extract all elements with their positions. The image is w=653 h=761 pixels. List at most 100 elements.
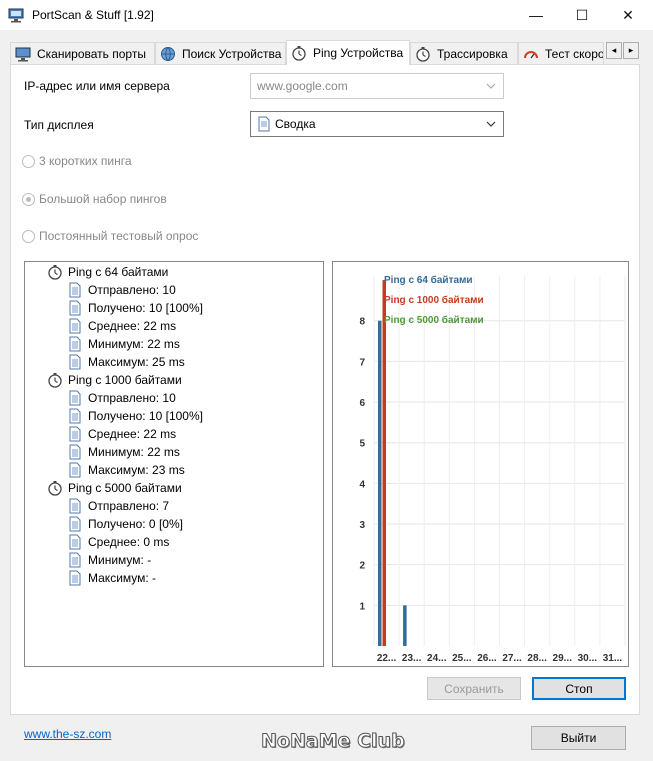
website-link[interactable]: www.the-sz.com xyxy=(24,727,111,741)
maximize-button[interactable]: ☐ xyxy=(559,0,605,30)
stopwatch-icon xyxy=(416,46,430,62)
tab-scroll-right-button[interactable]: ▸ xyxy=(623,42,639,59)
stopwatch-icon xyxy=(292,46,306,61)
display-type-label: Тип дисплея xyxy=(24,118,94,132)
x-tick-label: 26... xyxy=(477,653,497,664)
y-tick-label: 1 xyxy=(359,601,365,612)
tree-item[interactable]: Получено: 10 [100%] xyxy=(67,407,203,425)
close-button[interactable]: ✕ xyxy=(605,0,651,30)
radio-dot-selected xyxy=(22,192,35,206)
document-icon xyxy=(69,318,81,334)
exit-button[interactable]: Выйти xyxy=(531,726,626,750)
tree-item[interactable]: Максимум: 23 ms xyxy=(67,461,185,479)
tree-group-label: Ping с 64 байтами xyxy=(68,265,169,279)
document-icon xyxy=(69,390,81,406)
tree-item-label: Максимум: 25 ms xyxy=(88,355,185,369)
ping-chart: 1 2 3 4 5 6 7 8 22... 23... 24... 25... 26... 27... 28… xyxy=(332,261,629,667)
document-icon xyxy=(69,426,81,442)
tree-item-label: Среднее: 22 ms xyxy=(88,427,177,441)
tree-item-label: Максимум: 23 ms xyxy=(88,463,185,477)
tab-traceroute[interactable]: Трассировка xyxy=(410,42,518,64)
radio-big-ping-set[interactable]: Большой набор пингов xyxy=(22,192,167,206)
legend-entry: Ping с 1000 байтами xyxy=(384,294,484,306)
tree-group-ping-64[interactable]: Ping с 64 байтами xyxy=(47,263,168,281)
x-tick-label: 29... xyxy=(553,653,573,664)
tab-label: Сканировать порты xyxy=(37,46,146,61)
document-icon xyxy=(69,552,81,568)
tree-item[interactable]: Минимум: 22 ms xyxy=(67,443,180,461)
x-tick-label: 31... xyxy=(603,653,623,664)
radio-label: Постоянный тестовый опрос xyxy=(39,229,199,243)
document-icon xyxy=(69,300,81,316)
stop-button[interactable]: Стоп xyxy=(532,677,626,700)
ip-address-value: www.google.com xyxy=(257,79,348,93)
stopwatch-icon xyxy=(48,373,62,388)
x-tick-label: 25... xyxy=(452,653,472,664)
tab-port-scan[interactable]: Сканировать порты xyxy=(10,42,155,64)
tree-item[interactable]: Получено: 0 [0%] xyxy=(67,515,183,533)
tree-item-label: Отправлено: 10 xyxy=(88,391,176,405)
monitor-icon xyxy=(15,47,31,61)
tree-item-label: Минимум: - xyxy=(88,553,152,567)
document-icon xyxy=(69,354,81,370)
tree-item-label: Получено: 10 [100%] xyxy=(88,301,203,315)
tab-strip: Сканировать порты Поиск Устройства Ping … xyxy=(10,40,640,65)
radio-3-pings[interactable]: 3 коротких пинга xyxy=(22,154,132,168)
tab-scroll-left-button[interactable]: ◂ xyxy=(606,42,622,59)
tree-group-ping-1000[interactable]: Ping с 1000 байтами xyxy=(47,371,182,389)
chevron-down-icon xyxy=(486,121,496,127)
tree-item[interactable]: Среднее: 22 ms xyxy=(67,317,176,335)
ping-chart-svg: 1 2 3 4 5 6 7 8 22... 23... 24... 25... 26... 27... 28… xyxy=(359,274,626,664)
tree-item[interactable]: Минимум: 22 ms xyxy=(67,335,180,353)
tree-item[interactable]: Среднее: 0 ms xyxy=(67,533,169,551)
display-type-combo[interactable]: Сводка xyxy=(250,111,504,137)
document-icon xyxy=(69,444,81,460)
x-tick-label: 28... xyxy=(527,653,547,664)
document-icon xyxy=(69,408,81,424)
legend-entry: Ping с 5000 байтами xyxy=(384,314,484,326)
tab-device-search[interactable]: Поиск Устройства xyxy=(155,42,286,64)
tab-label: Поиск Устройства xyxy=(182,46,282,61)
x-tick-label: 27... xyxy=(502,653,522,664)
bar xyxy=(378,320,382,646)
tree-group-label: Ping с 1000 байтами xyxy=(68,373,182,387)
speedometer-icon xyxy=(524,50,538,58)
tree-item[interactable]: Максимум: 25 ms xyxy=(67,353,185,371)
save-button[interactable]: Сохранить xyxy=(427,677,521,700)
tree-item[interactable]: Отправлено: 10 xyxy=(67,389,176,407)
display-type-value: Сводка xyxy=(275,117,316,131)
y-tick-label: 4 xyxy=(359,479,365,490)
tree-item[interactable]: Отправлено: 10 xyxy=(67,281,176,299)
document-icon xyxy=(69,516,81,532)
bar xyxy=(403,605,407,646)
tree-item[interactable]: Отправлено: 7 xyxy=(67,497,169,515)
y-tick-label: 2 xyxy=(359,561,365,572)
tree-item-label: Минимум: 22 ms xyxy=(88,337,180,351)
tree-group-ping-5000[interactable]: Ping с 5000 байтами xyxy=(47,479,182,497)
ip-label: IP-адрес или имя сервера xyxy=(24,79,170,93)
tab-ping[interactable]: Ping Устройства xyxy=(286,40,410,65)
document-icon xyxy=(69,498,81,514)
tree-item[interactable]: Минимум: - xyxy=(67,551,151,569)
y-tick-label: 6 xyxy=(359,398,365,409)
tree-item-label: Отправлено: 7 xyxy=(88,499,170,513)
tab-label: Тест скоро xyxy=(545,46,604,61)
x-tick-label: 24... xyxy=(427,653,447,664)
legend-entry: Ping с 64 байтами xyxy=(384,274,473,286)
tab-speed-test[interactable]: Тест скоро xyxy=(518,42,604,64)
document-icon xyxy=(69,462,81,478)
window-title: PortScan & Stuff [1.92] xyxy=(32,8,154,22)
tree-item-label: Отправлено: 10 xyxy=(88,283,176,297)
radio-constant-test[interactable]: Постоянный тестовый опрос xyxy=(22,229,198,243)
ip-address-combo[interactable]: www.google.com xyxy=(250,73,504,99)
tree-item[interactable]: Получено: 10 [100%] xyxy=(67,299,203,317)
y-tick-label: 7 xyxy=(359,357,365,368)
x-tick-label: 22... xyxy=(377,653,397,664)
minimize-button[interactable]: — xyxy=(513,0,559,30)
tree-item[interactable]: Среднее: 22 ms xyxy=(67,425,176,443)
tree-group-label: Ping с 5000 байтами xyxy=(68,481,182,495)
tree-item[interactable]: Максимум: - xyxy=(67,569,156,587)
tree-item-label: Среднее: 0 ms xyxy=(88,535,170,549)
results-tree[interactable]: Ping с 64 байтами Отправлено: 10 Получен… xyxy=(24,261,324,667)
tree-item-label: Среднее: 22 ms xyxy=(88,319,177,333)
